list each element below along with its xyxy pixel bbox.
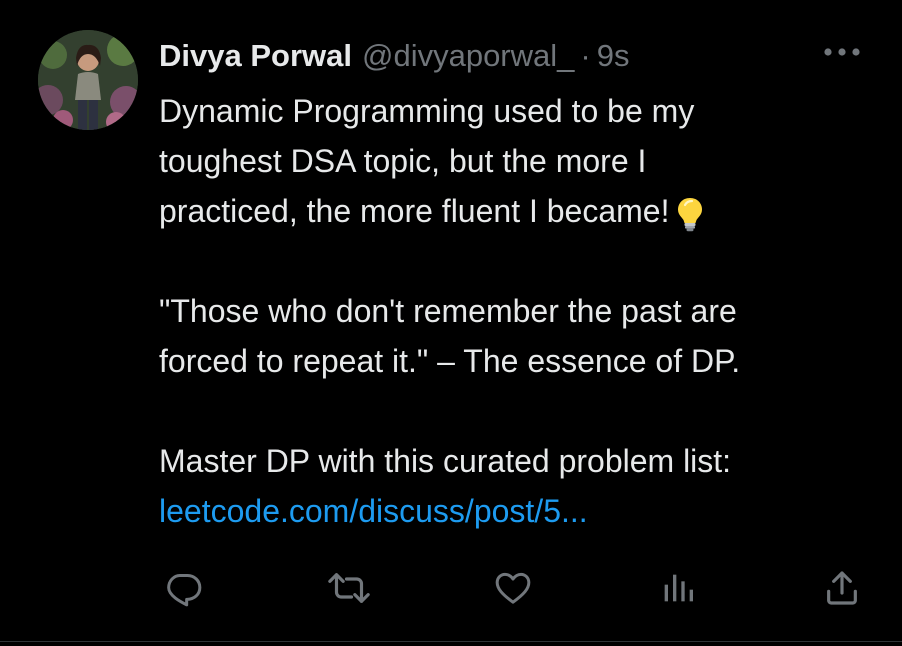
tweet-line: toughest DSA topic, but the more I: [159, 143, 647, 179]
more-icon: [824, 48, 860, 56]
tweet-line: "Those who don't remember the past are: [159, 293, 737, 329]
tweet-text: Dynamic Programming used to be my toughe…: [159, 86, 879, 536]
avatar-image: [38, 30, 138, 130]
views-button[interactable]: [656, 566, 700, 610]
tweet-line: Master DP with this curated problem list…: [159, 443, 732, 479]
heart-icon: [495, 572, 531, 604]
tweet-line: practiced, the more fluent I became!: [159, 186, 879, 236]
tweet: Divya Porwal @divyaporwal_ · 9s Dynamic …: [0, 0, 902, 646]
retweet-button[interactable]: [327, 566, 371, 610]
reply-button[interactable]: [162, 566, 206, 610]
share-button[interactable]: [820, 566, 864, 610]
tweet-line-text: practiced, the more fluent I became!: [159, 193, 670, 229]
tweet-line: Dynamic Programming used to be my: [159, 93, 695, 129]
header-separator: ·: [580, 38, 591, 73]
tweet-line: forced to repeat it." – The essence of D…: [159, 343, 741, 379]
action-bar: [0, 566, 902, 610]
timestamp[interactable]: 9s: [597, 36, 630, 76]
like-button[interactable]: [491, 566, 535, 610]
tweet-header: Divya Porwal @divyaporwal_ · 9s: [159, 36, 629, 76]
analytics-icon: [664, 574, 693, 602]
author-name[interactable]: Divya Porwal: [159, 36, 352, 76]
divider: [0, 641, 902, 642]
avatar[interactable]: [38, 30, 138, 130]
author-handle[interactable]: @divyaporwal_: [362, 36, 574, 76]
reply-icon: [167, 574, 202, 607]
tweet-link[interactable]: leetcode.com/discuss/post/5...: [159, 493, 588, 529]
tweet-link-line: leetcode.com/discuss/post/5...: [159, 486, 879, 536]
share-icon: [827, 571, 857, 605]
retweet-icon: [328, 573, 370, 603]
more-options-button[interactable]: [820, 42, 864, 62]
light-bulb-icon: [675, 196, 705, 232]
